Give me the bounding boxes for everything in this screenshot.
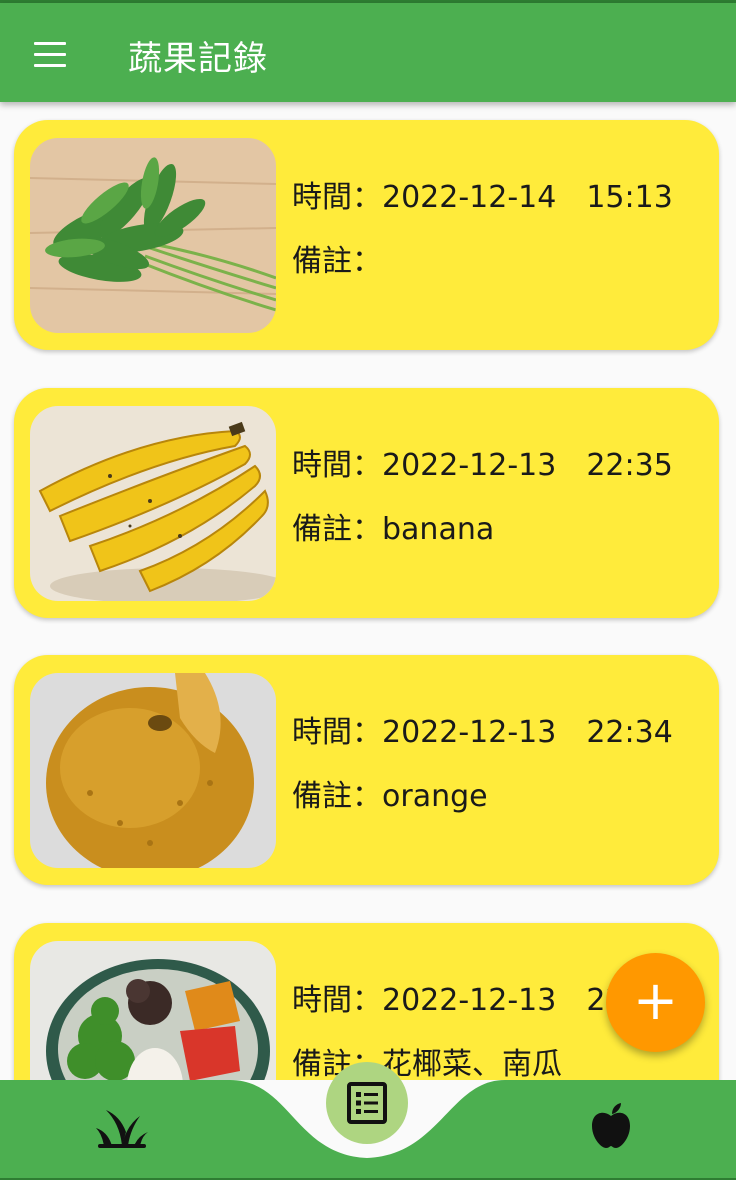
menu-icon[interactable] (34, 42, 66, 68)
add-record-button[interactable]: + (606, 953, 705, 1052)
vegetable-bowl-image (30, 941, 276, 1080)
banana-image (30, 406, 276, 601)
bottom-navigation (0, 1062, 736, 1180)
apple-icon[interactable] (588, 1102, 634, 1150)
record-time: 時間：2022-12-14 15:13 (292, 180, 673, 215)
record-note: 備註：banana (292, 512, 495, 547)
record-time: 時間：2022-12-13 22:35 (292, 448, 673, 483)
record-card[interactable]: 時間：2022-12-14 15:13 備註： (14, 120, 719, 350)
sprout-icon[interactable] (96, 1102, 148, 1150)
orange-image (30, 673, 276, 868)
record-list[interactable]: 時間：2022-12-14 15:13 備註： 時間：2022-12-13 22… (0, 102, 736, 1080)
app-bar: 蔬果記錄 (0, 3, 736, 102)
page-title: 蔬果記錄 (128, 39, 268, 79)
record-card[interactable]: 時間：2022-12-13 22:34 備註：orange (14, 655, 719, 885)
record-note: 備註：orange (292, 779, 488, 814)
record-note: 備註： (292, 244, 382, 279)
water-spinach-image (30, 138, 276, 333)
record-time: 時間：2022-12-13 22:34 (292, 715, 673, 750)
list-icon[interactable] (326, 1062, 408, 1144)
record-note: 備註：花椰菜、南瓜 (292, 1047, 562, 1080)
record-card[interactable]: 時間：2022-12-13 22:35 備註：banana (14, 388, 719, 618)
